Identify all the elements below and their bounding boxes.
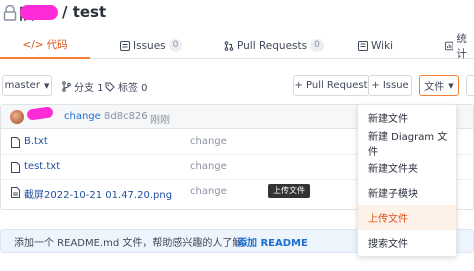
file-commit-message[interactable]: change bbox=[190, 161, 227, 172]
avatar[interactable] bbox=[10, 110, 24, 124]
lock-icon bbox=[3, 5, 17, 21]
menu-item-new-submodule[interactable]: 新建子模块 bbox=[358, 180, 456, 205]
tags-link[interactable]: 标签 0 bbox=[105, 79, 148, 94]
file-menu-button[interactable]: 文件 ▼ bbox=[419, 75, 459, 96]
tab-stats[interactable]: 统计 bbox=[445, 32, 474, 60]
repo-name[interactable]: / test bbox=[62, 3, 106, 21]
menu-item-new-diagram[interactable]: 新建 Diagram 文件 bbox=[358, 130, 456, 158]
commit-time: 刚刚 bbox=[150, 115, 170, 126]
tab-issues[interactable]: Issues 0 bbox=[120, 32, 183, 59]
tab-label: 统计 bbox=[456, 32, 467, 60]
tags-count: 标签 0 bbox=[118, 83, 148, 94]
button-label: + Issue bbox=[371, 80, 409, 91]
commit-hash[interactable]: 8d8c826 bbox=[104, 111, 148, 122]
readme-prompt-text: 添加一个 README.md 文件，帮助感兴趣的人了解。 bbox=[14, 238, 253, 249]
new-pull-request-button[interactable]: + Pull Request bbox=[293, 75, 369, 96]
tab-wiki[interactable]: Wiki bbox=[358, 32, 393, 59]
menu-item-new-folder[interactable]: 新建文件夹 bbox=[358, 155, 456, 180]
caret-down-icon: ▼ bbox=[448, 81, 454, 90]
repo-tabs: </> 代码 Issues 0 Pull Requests 0 Wiki 统计 bbox=[0, 32, 474, 60]
issues-icon bbox=[120, 40, 130, 51]
tab-label: Pull Requests bbox=[237, 39, 308, 52]
redaction-mark bbox=[20, 5, 58, 20]
branches-link[interactable]: 分支 1 bbox=[62, 79, 104, 94]
new-issue-button[interactable]: + Issue bbox=[368, 75, 412, 96]
menu-item-upload-file[interactable]: 上传文件 bbox=[358, 205, 456, 230]
image-file-icon bbox=[11, 187, 20, 198]
file-icon bbox=[11, 162, 20, 173]
file-commit-message[interactable]: change bbox=[190, 136, 227, 147]
tooltip: 上传文件 bbox=[268, 184, 310, 198]
pull-requests-count-badge: 0 bbox=[310, 39, 324, 52]
pull-request-icon bbox=[224, 40, 234, 51]
tag-icon bbox=[105, 82, 115, 92]
file-name[interactable]: B.txt bbox=[24, 136, 48, 147]
issues-count-badge: 0 bbox=[168, 39, 183, 52]
file-name[interactable]: 截屏2022-10-21 01.47.20.png bbox=[24, 186, 172, 201]
branch-icon bbox=[62, 81, 71, 92]
menu-item-new-file[interactable]: 新建文件 bbox=[358, 105, 456, 130]
file-icon bbox=[11, 137, 20, 148]
wiki-icon bbox=[358, 40, 368, 51]
code-icon: </> bbox=[22, 38, 44, 51]
more-button[interactable] bbox=[466, 75, 474, 96]
menu-item-search-file[interactable]: 搜索文件 bbox=[358, 230, 456, 255]
branch-selector[interactable]: master ▼ bbox=[2, 75, 52, 96]
caret-down-icon: ▼ bbox=[43, 81, 50, 90]
tab-label: 代码 bbox=[46, 39, 68, 51]
tab-label: Issues bbox=[133, 39, 166, 52]
file-commit-message[interactable]: change bbox=[190, 186, 227, 197]
commit-message[interactable]: change bbox=[64, 111, 101, 122]
branch-name: master bbox=[4, 80, 40, 91]
branches-count: 分支 1 bbox=[74, 83, 104, 94]
add-readme-link[interactable]: 添加 README bbox=[237, 234, 308, 249]
stats-icon bbox=[445, 41, 454, 50]
tab-label: Wiki bbox=[371, 39, 394, 52]
button-label: + Pull Request bbox=[294, 80, 368, 91]
tab-pull-requests[interactable]: Pull Requests 0 bbox=[224, 32, 324, 59]
button-label: 文件 bbox=[424, 82, 445, 93]
file-name[interactable]: test.txt bbox=[24, 161, 60, 172]
tab-code[interactable]: </> 代码 bbox=[0, 32, 90, 59]
